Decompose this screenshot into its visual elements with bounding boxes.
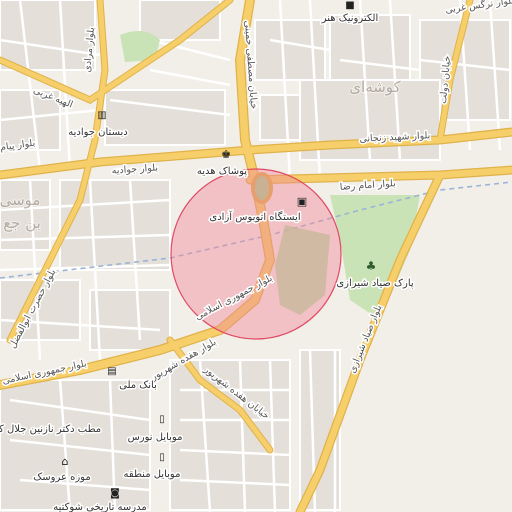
district-label-ebn: بن جع	[3, 214, 41, 232]
poi-label: مدرسه تاریخی شوکتیه	[53, 502, 146, 512]
poi-label: موبایل منطقه	[124, 469, 181, 480]
poi-label: موبایل نورس	[128, 432, 183, 443]
poi-label: الکترونیک هنر	[321, 13, 378, 24]
shop-icon: ■	[345, 0, 354, 11]
poi-label: ایستگاه اتوبوس آزادی	[209, 210, 300, 223]
clothes-icon: ♚	[221, 148, 231, 161]
bank-icon: ▤	[107, 366, 116, 377]
district-label-koushehai: کوشه‌ای	[349, 78, 401, 96]
map-view[interactable]: کوشه‌ای موسی بن جع بلوار امام رضا بلوار …	[0, 0, 512, 512]
map-canvas[interactable]: کوشه‌ای موسی بن جع بلوار امام رضا بلوار …	[0, 0, 512, 512]
bus-icon: ▣	[297, 195, 307, 208]
poi-label: بانک ملی	[119, 380, 157, 391]
district-label-mousavi: موسی	[0, 191, 40, 209]
museum-icon: ⌂	[62, 455, 69, 468]
poi-label: موزه عروسک	[33, 472, 90, 483]
camera-icon: ◙	[110, 488, 120, 499]
poi-doctor-kamali[interactable]: مطب دکتر نازنین جلال کمالی	[0, 423, 103, 437]
phone-icon: ▯	[159, 452, 165, 463]
poi-label: پارک صیاد شیرازی	[336, 278, 414, 289]
poi-label: مطب دکتر نازنین جلال کمالی	[0, 424, 101, 435]
poi-label: دبستان جوادیه	[68, 127, 127, 138]
poi-label: پوشاک هدیه	[197, 166, 247, 177]
phone-icon: ▯	[159, 414, 165, 425]
tree-icon: ♣	[366, 259, 377, 273]
school-icon: ▥	[97, 110, 106, 121]
